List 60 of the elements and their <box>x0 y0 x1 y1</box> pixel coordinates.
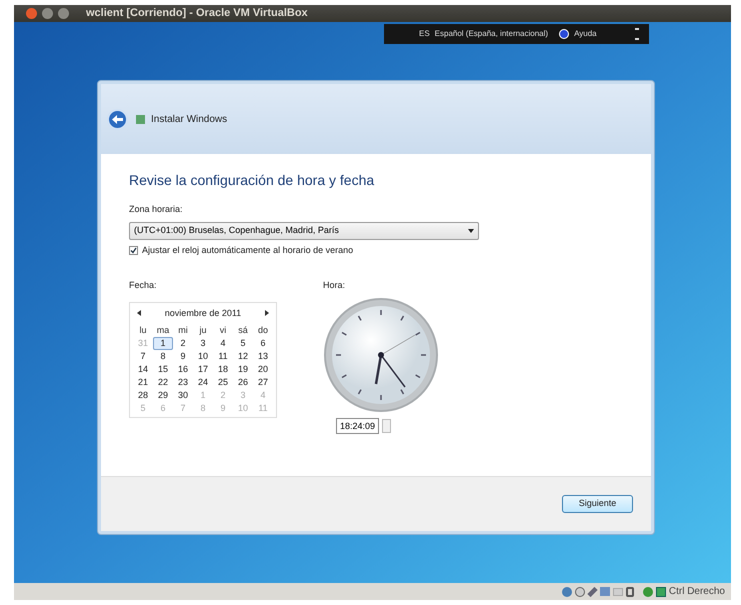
host-key-label: Ctrl Derecho <box>668 585 725 599</box>
next-month-icon[interactable] <box>264 310 269 316</box>
calendar-day[interactable]: 10 <box>193 350 213 363</box>
close-icon[interactable] <box>26 8 37 19</box>
next-button[interactable]: Siguiente <box>562 495 633 513</box>
timezone-dropdown[interactable]: (UTC+01:00) Bruselas, Copenhague, Madrid, París <box>129 222 479 240</box>
language-name[interactable]: Español (España, internacional) <box>434 28 548 40</box>
calendar-day[interactable]: 28 <box>133 389 153 402</box>
help-link[interactable]: Ayuda <box>574 28 597 40</box>
calendar-day[interactable]: 15 <box>153 363 173 376</box>
calendar-day[interactable]: 12 <box>233 350 253 363</box>
calendar-day[interactable]: 25 <box>213 376 233 389</box>
calendar-day[interactable]: 6 <box>253 337 273 350</box>
calendar-day[interactable]: 26 <box>233 376 253 389</box>
weekday-header: ma <box>156 324 170 337</box>
help-icon[interactable] <box>559 29 570 39</box>
maximize-icon[interactable] <box>58 8 69 19</box>
timezone-label: Zona horaria: <box>129 203 184 216</box>
calendar-day[interactable]: 11 <box>213 350 233 363</box>
weekday-header: lu <box>138 324 148 337</box>
dst-checkbox-label[interactable]: Ajustar el reloj automáticamente al horario de verano <box>142 244 354 257</box>
calendar-day[interactable]: 18 <box>213 363 233 376</box>
calendar-day[interactable]: 24 <box>193 376 213 389</box>
calendar-day[interactable]: 4 <box>213 337 233 350</box>
weekday-header: do <box>256 324 269 337</box>
time-label: Hora: <box>323 279 346 292</box>
window-title: wclient [Corriendo] - Oracle VM VirtualBox <box>86 6 308 22</box>
time-field[interactable]: 18:24:09 <box>336 418 380 434</box>
page-heading: Revise la configuración de hora y fecha <box>129 171 376 190</box>
weekday-header: vi <box>218 324 228 337</box>
calendar-day[interactable]: 17 <box>193 363 213 376</box>
calendar-day[interactable]: 1 <box>153 337 173 350</box>
previous-month-icon[interactable] <box>137 310 141 316</box>
calendar-day[interactable]: 29 <box>153 389 173 402</box>
calendar-day[interactable]: 19 <box>233 363 253 376</box>
weekday-header: mi <box>177 324 189 337</box>
language-code[interactable]: ES <box>419 28 430 40</box>
calendar-day[interactable]: 21 <box>133 376 153 389</box>
minimize-icon[interactable] <box>42 8 53 19</box>
weekday-header: sá <box>237 324 249 337</box>
dst-checkbox[interactable] <box>129 246 138 255</box>
calendar-day[interactable]: 30 <box>173 389 193 402</box>
calendar-month[interactable]: noviembre de 2011 <box>164 306 242 320</box>
calendar-day[interactable]: 13 <box>253 350 273 363</box>
dialog-title: Instalar Windows <box>151 112 228 126</box>
calendar-day[interactable]: 20 <box>253 363 273 376</box>
calendar-day[interactable]: 22 <box>153 376 173 389</box>
calendar-day[interactable]: 7 <box>133 350 153 363</box>
calendar-day[interactable]: 3 <box>193 337 213 350</box>
calendar-day[interactable]: 16 <box>173 363 193 376</box>
calendar-day[interactable]: 9 <box>173 350 193 363</box>
dropdown-caret-icon <box>468 228 474 232</box>
date-label: Fecha: <box>129 279 158 292</box>
calendar-day[interactable]: 2 <box>173 337 193 350</box>
weekday-header: ju <box>198 324 208 337</box>
calendar-day[interactable]: 5 <box>233 337 253 350</box>
calendar-day[interactable]: 14 <box>133 363 153 376</box>
calendar-day[interactable]: 23 <box>173 376 193 389</box>
calendar-day[interactable]: 27 <box>253 376 273 389</box>
calendar-day[interactable]: 8 <box>153 350 173 363</box>
